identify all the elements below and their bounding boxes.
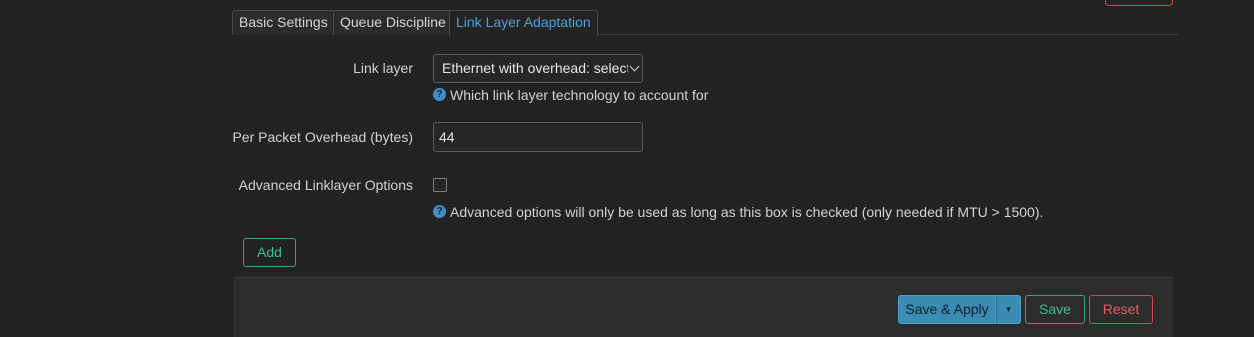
chevron-down-icon: [629, 61, 640, 72]
top-partial-button[interactable]: [1105, 0, 1173, 6]
link-layer-help: ? Which link layer technology to account…: [433, 87, 708, 103]
save-button[interactable]: Save: [1025, 295, 1085, 324]
help-icon: ?: [433, 87, 446, 101]
save-apply-dropdown-button[interactable]: ▾: [996, 295, 1021, 324]
tab-basic-settings[interactable]: Basic Settings: [232, 10, 335, 35]
advanced-options-help-text: Advanced options will only be used as lo…: [450, 204, 1044, 220]
link-layer-select[interactable]: Ethernet with overhead: select f: [433, 54, 643, 83]
caret-down-icon: ▾: [1006, 304, 1011, 314]
add-button[interactable]: Add: [243, 238, 296, 267]
advanced-options-label: Advanced Linklayer Options: [238, 177, 413, 193]
overhead-input[interactable]: 44: [433, 122, 643, 152]
overhead-label: Per Packet Overhead (bytes): [232, 129, 413, 145]
link-layer-help-text: Which link layer technology to account f…: [450, 87, 709, 103]
reset-button[interactable]: Reset: [1089, 295, 1153, 324]
link-layer-label: Link layer: [353, 60, 413, 76]
tab-bar: Basic Settings Queue Discipline Link Lay…: [232, 10, 1178, 36]
tab-queue-discipline[interactable]: Queue Discipline: [333, 10, 453, 35]
save-apply-button[interactable]: Save & Apply: [898, 295, 996, 324]
link-layer-select-value: Ethernet with overhead: select f: [442, 60, 628, 76]
help-icon: ?: [433, 204, 446, 218]
tab-link-layer-adaptation[interactable]: Link Layer Adaptation: [449, 10, 598, 36]
advanced-options-help: ? Advanced options will only be used as …: [433, 204, 1043, 220]
advanced-options-checkbox[interactable]: [433, 178, 447, 192]
